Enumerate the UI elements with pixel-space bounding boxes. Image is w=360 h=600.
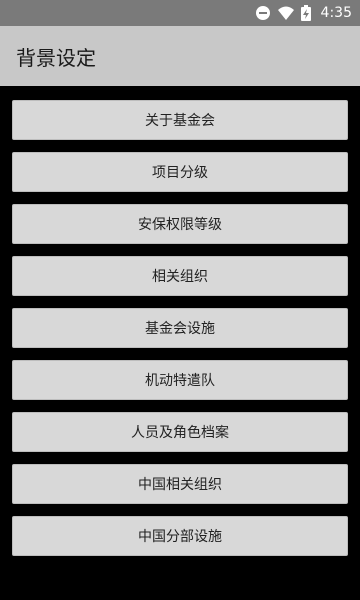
battery-charging-icon xyxy=(300,5,311,21)
menu-button-security-clearance[interactable]: 安保权限等级 xyxy=(12,204,348,244)
status-bar: 4:35 xyxy=(0,0,360,26)
menu-button-object-classes[interactable]: 项目分级 xyxy=(12,152,348,192)
menu-button-foundation-facilities[interactable]: 基金会设施 xyxy=(12,308,348,348)
page-title: 背景设定 xyxy=(16,45,96,70)
content-area: 关于基金会 项目分级 安保权限等级 相关组织 基金会设施 机动特遣队 人员及角色… xyxy=(0,86,360,600)
status-time: 4:35 xyxy=(320,5,352,21)
wifi-icon xyxy=(277,5,295,21)
menu-button-china-branch-facilities[interactable]: 中国分部设施 xyxy=(12,516,348,556)
menu-button-groups-of-interest[interactable]: 相关组织 xyxy=(12,256,348,296)
menu-button-china-groups[interactable]: 中国相关组织 xyxy=(12,464,348,504)
app-bar: 背景设定 xyxy=(0,26,360,86)
menu-button-about-foundation[interactable]: 关于基金会 xyxy=(12,100,348,140)
minus-circle-icon xyxy=(255,5,271,21)
menu-button-mobile-task-forces[interactable]: 机动特遣队 xyxy=(12,360,348,400)
menu-list: 关于基金会 项目分级 安保权限等级 相关组织 基金会设施 机动特遣队 人员及角色… xyxy=(12,100,348,556)
menu-button-personnel-dossiers[interactable]: 人员及角色档案 xyxy=(12,412,348,452)
